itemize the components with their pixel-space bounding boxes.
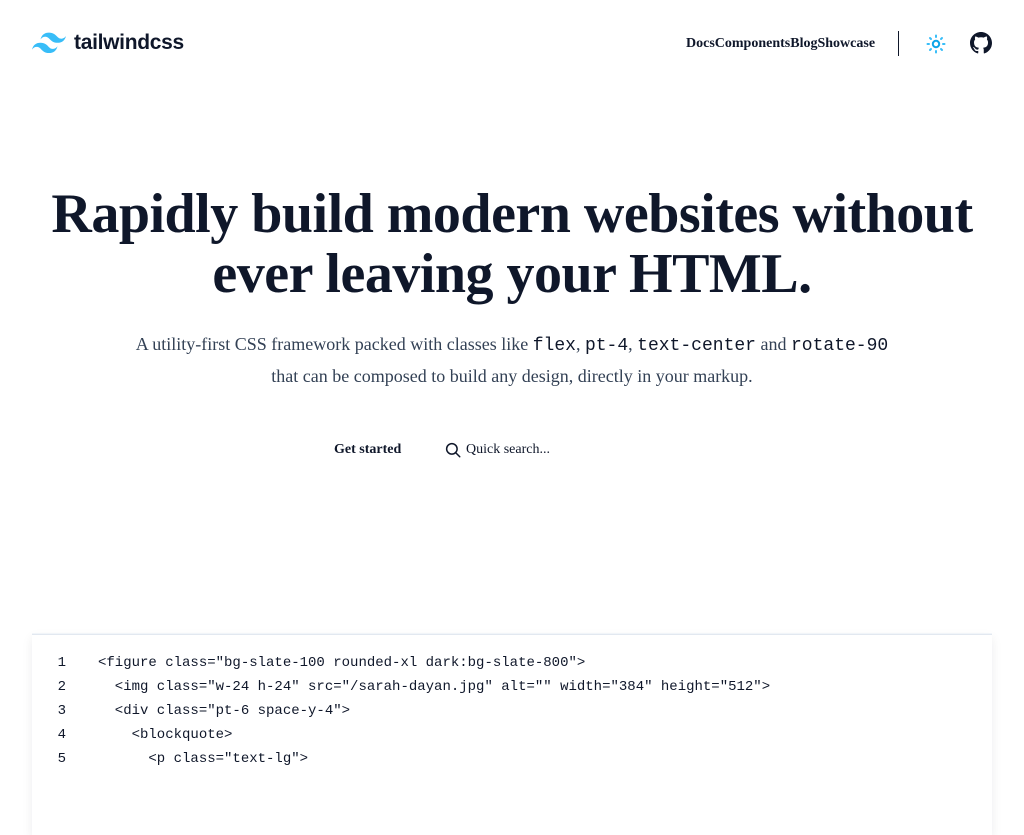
hero-title-line-2: ever leaving your HTML. (212, 243, 812, 305)
line-number: 3 (57, 703, 66, 719)
nav-blog[interactable]: Blog (790, 34, 817, 54)
code-line: 4 <blockquote> (32, 723, 770, 747)
main-nav: Docs Components Blog Showcase (686, 34, 875, 54)
search-placeholder: Quick search... (466, 442, 550, 457)
hero-title: Rapidly build modern websites without ev… (0, 184, 1024, 304)
code-pt-4: pt-4 (584, 336, 629, 356)
nav-showcase[interactable]: Showcase (817, 34, 875, 54)
line-content: <figure class="bg-slate-100 rounded-xl d… (98, 655, 586, 671)
line-content: <blockquote> (98, 727, 233, 743)
nav-divider (898, 31, 899, 56)
code-line: 3 <div class="pt-6 space-y-4"> (32, 699, 770, 723)
tailwind-logo-icon (32, 32, 66, 54)
line-content: <img class="w-24 h-24" src="/sarah-dayan… (98, 679, 771, 695)
code-line: 1 <figure class="bg-slate-100 rounded-xl… (32, 651, 770, 675)
code-rotate-90: rotate-90 (790, 336, 889, 356)
line-content: <div class="pt-6 space-y-4"> (98, 703, 351, 719)
code-flex: flex (532, 336, 576, 356)
github-link[interactable] (970, 32, 994, 56)
hero-sub-sep-1: , (575, 334, 585, 354)
hero-sub-sep-2: , (628, 334, 638, 354)
code-lines: 1 <figure class="bg-slate-100 rounded-xl… (32, 651, 771, 771)
line-number: 5 (57, 751, 66, 767)
hero-sub-sep-3: and (755, 334, 791, 354)
code-line: 2 <img class="w-24 h-24" src="/sarah-day… (32, 675, 771, 699)
site-header: tailwindcss Docs Components Blog Showcas… (0, 0, 1024, 88)
github-icon (970, 32, 992, 54)
logo-text: tailwindcss (74, 31, 184, 54)
code-example-panel: 1 <figure class="bg-slate-100 rounded-xl… (32, 634, 992, 835)
quick-search-button[interactable]: Quick search... (444, 436, 550, 464)
hero-sub-intro: A utility-first CSS framework packed wit… (135, 334, 533, 354)
line-content: <p class="text-lg"> (98, 751, 309, 767)
hero-sub-outro: that can be composed to build any design… (271, 366, 753, 386)
sun-icon (926, 34, 946, 54)
nav-docs[interactable]: Docs (686, 34, 715, 54)
line-number: 4 (57, 727, 66, 743)
nav-components[interactable]: Components (715, 34, 790, 54)
theme-toggle-button[interactable] (924, 32, 948, 56)
logo-link[interactable]: tailwindcss (32, 30, 184, 56)
code-text-center: text-center (637, 336, 756, 356)
code-line: 5 <p class="text-lg"> (32, 747, 770, 771)
get-started-button[interactable]: Get started (326, 436, 409, 464)
hero-subtitle: A utility-first CSS framework packed wit… (112, 329, 912, 391)
hero-title-line-1: Rapidly build modern websites without (51, 183, 973, 245)
search-icon (445, 442, 461, 458)
line-number: 2 (57, 679, 66, 695)
line-number: 1 (57, 655, 66, 671)
